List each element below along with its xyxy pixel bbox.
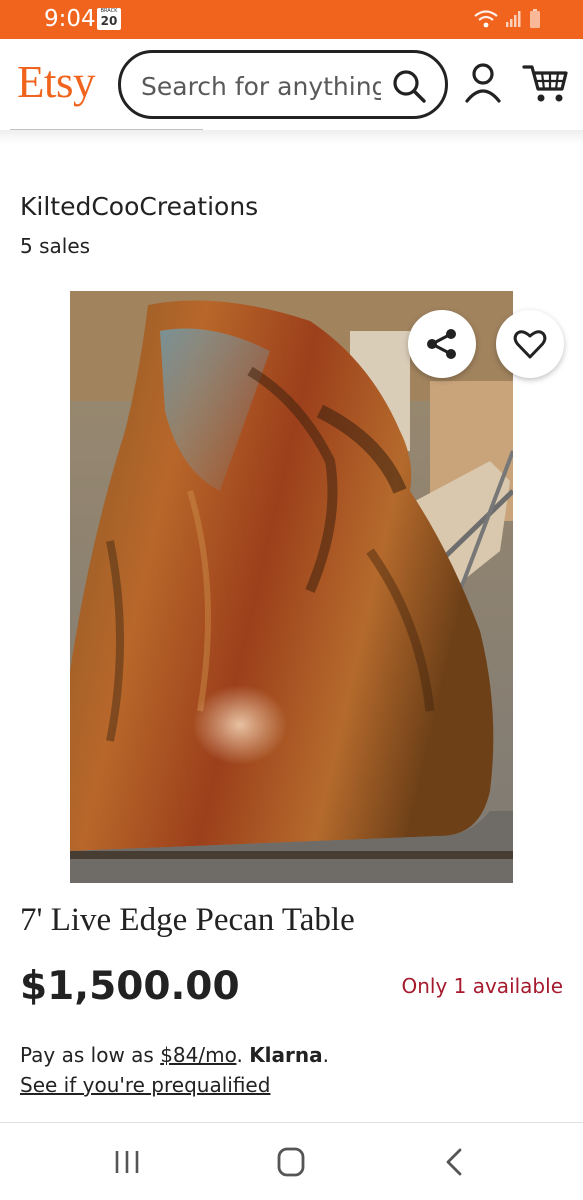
cart-icon[interactable] [522, 61, 568, 105]
live-edge-table-photo [70, 291, 513, 883]
wifi-icon [474, 10, 498, 28]
account-icon[interactable] [463, 61, 503, 105]
klarna-payment-line: Pay as low as $84/mo. Klarna. [20, 1043, 329, 1067]
signal-icon [506, 11, 521, 27]
share-button[interactable] [408, 310, 476, 378]
share-icon [427, 329, 456, 359]
recent-apps-icon[interactable] [107, 1147, 147, 1177]
shop-sales-count: 5 sales [20, 234, 91, 258]
notification-badge-icon: BRACK 20 [97, 8, 121, 30]
shop-name-link[interactable]: KiltedCooCreations [20, 192, 258, 221]
header-divider [0, 130, 583, 144]
pay-prefix: Pay as low as [20, 1043, 161, 1067]
listing-price: $1,500.00 [20, 964, 240, 1009]
status-bar: 9:04 BRACK 20 [0, 0, 583, 39]
app-header: Etsy [0, 39, 583, 136]
home-icon[interactable] [271, 1147, 311, 1177]
back-icon[interactable] [435, 1147, 475, 1177]
pay-suffix: . [322, 1043, 329, 1067]
search-input[interactable] [141, 69, 381, 103]
badge-number: 20 [100, 14, 118, 28]
heart-icon [513, 330, 547, 359]
system-nav-bar [0, 1122, 583, 1200]
search-bar[interactable] [118, 50, 448, 119]
favorite-button[interactable] [496, 310, 564, 378]
status-time: 9:04 [44, 6, 96, 32]
status-icons [473, 8, 541, 30]
product-image[interactable] [70, 291, 513, 883]
pay-middle: . [236, 1043, 250, 1067]
battery-icon [530, 9, 540, 28]
monthly-price-link[interactable]: $84/mo [160, 1043, 236, 1067]
listing-title: 7' Live Edge Pecan Table [20, 902, 355, 938]
klarna-logo: Klarna [249, 1043, 323, 1067]
availability-notice: Only 1 available [401, 974, 563, 998]
etsy-logo[interactable]: Etsy [17, 56, 96, 108]
search-icon[interactable] [391, 68, 427, 104]
prequalified-link[interactable]: See if you're prequalified [20, 1073, 270, 1097]
